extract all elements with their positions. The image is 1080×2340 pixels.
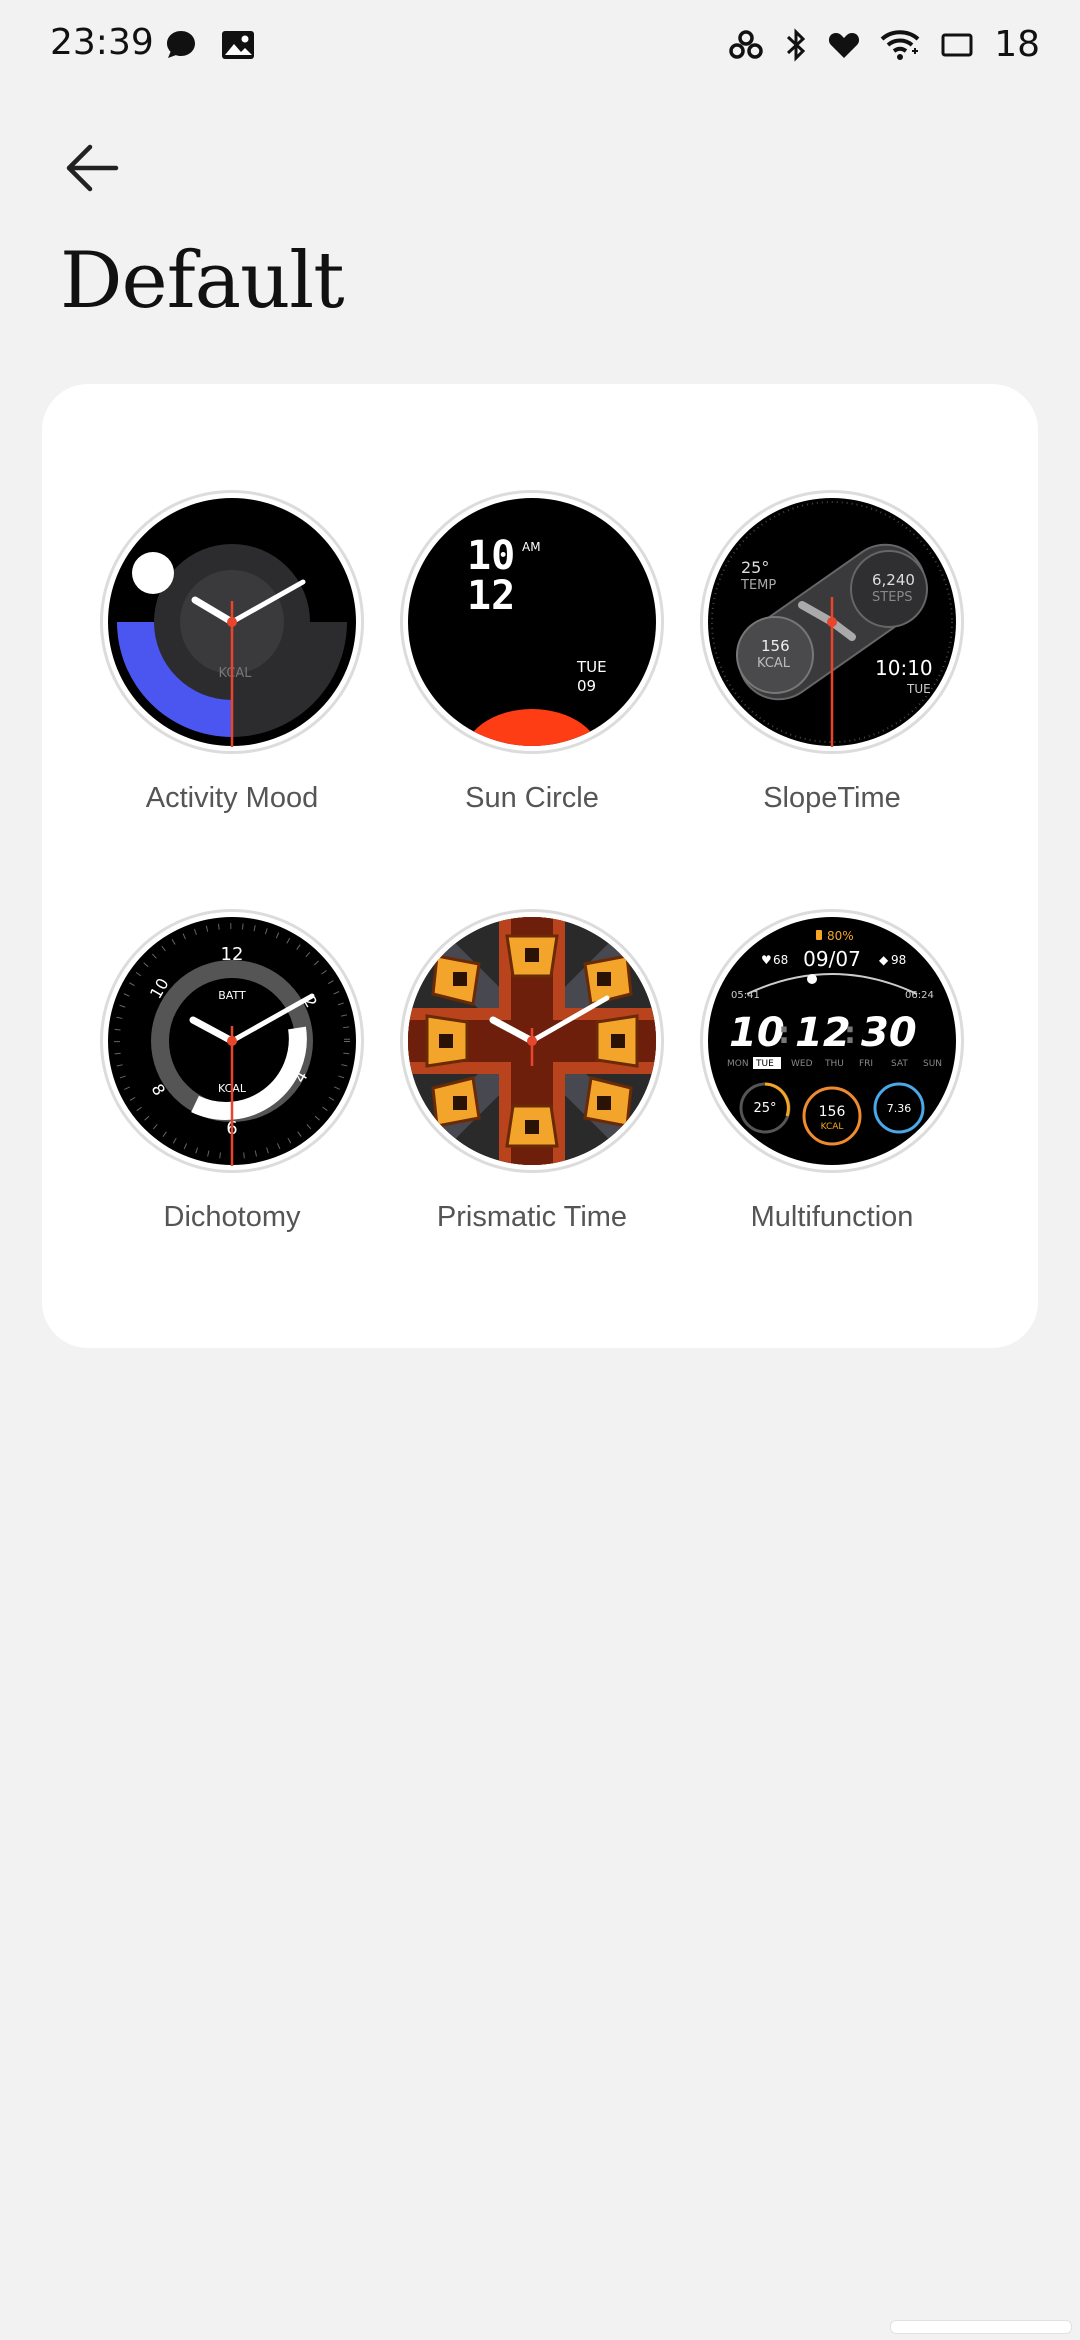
home-indicator <box>890 2320 1072 2334</box>
watch-face-label: Dichotomy <box>163 1201 301 1233</box>
watch-face-multifunction[interactable]: 80% ♥ 68 09/07 ◆ 98 05:41 06:24 10 : 12 … <box>682 909 982 1234</box>
slopetime-face-icon: 25° TEMP 6,240 STEPS 156 KCAL 10:10 TUE <box>708 498 956 747</box>
svg-text:TEMP: TEMP <box>740 578 776 593</box>
page-title: Default <box>60 236 345 326</box>
prismatic-time-face-icon <box>408 917 656 1165</box>
svg-text:TUE: TUE <box>906 682 931 696</box>
svg-text:MON: MON <box>727 1059 749 1069</box>
svg-text:AM: AM <box>522 540 541 554</box>
watch-face-activity-mood[interactable]: KCAL Activity Mood <box>82 490 382 815</box>
svg-text:12: 12 <box>795 1010 851 1056</box>
svg-text:SUN: SUN <box>923 1059 942 1069</box>
svg-text:KCAL: KCAL <box>218 666 252 681</box>
svg-text:TUE: TUE <box>576 658 607 676</box>
dichotomy-face-icon: 12 10 8 6 4 2 BATT KCAL <box>108 917 356 1166</box>
back-button[interactable] <box>52 128 132 208</box>
svg-text:98: 98 <box>891 953 906 967</box>
svg-text:09/07: 09/07 <box>803 947 861 971</box>
watch-face-label: Sun Circle <box>465 782 599 814</box>
link-icon <box>729 29 763 59</box>
watch-face-slopetime[interactable]: 25° TEMP 6,240 STEPS 156 KCAL 10:10 TUE … <box>682 490 982 815</box>
svg-text:10:10: 10:10 <box>875 656 933 680</box>
svg-text:SAT: SAT <box>891 1059 908 1069</box>
activity-mood-face-icon: KCAL <box>108 498 356 747</box>
svg-text:BATT: BATT <box>218 989 246 1002</box>
svg-text::: : <box>844 1016 856 1051</box>
watch-face-label: Multifunction <box>750 1201 914 1233</box>
multifunction-face-icon: 80% ♥ 68 09/07 ◆ 98 05:41 06:24 10 : 12 … <box>708 917 956 1165</box>
svg-text:KCAL: KCAL <box>821 1122 844 1132</box>
svg-text:10: 10 <box>729 1010 785 1056</box>
svg-text:80%: 80% <box>827 929 854 943</box>
sun-circle-face-icon: 10 12 AM TUE 09 <box>408 498 656 746</box>
screen-icon <box>941 33 973 56</box>
svg-text:TUE: TUE <box>755 1059 774 1069</box>
svg-text:12: 12 <box>467 573 515 619</box>
watch-face-sun-circle[interactable]: 10 12 AM TUE 09 Sun Circle <box>382 490 682 815</box>
back-arrow-icon <box>66 144 119 192</box>
svg-text:156: 156 <box>819 1104 846 1120</box>
watch-face-prismatic-time[interactable]: Prismatic Time <box>382 909 682 1234</box>
svg-text:KCAL: KCAL <box>757 656 791 671</box>
svg-text:156: 156 <box>761 637 790 655</box>
wifi-icon <box>880 29 920 60</box>
watch-face-label: SlopeTime <box>763 782 901 814</box>
svg-text:05:41: 05:41 <box>731 990 760 1001</box>
battery-level: 18 <box>994 24 1040 65</box>
svg-text:09: 09 <box>577 677 596 695</box>
watch-face-dichotomy[interactable]: 12 10 8 6 4 2 BATT KCAL Dichotomy <box>82 909 382 1234</box>
svg-text:25°: 25° <box>741 558 769 577</box>
svg-text:6,240: 6,240 <box>872 571 915 589</box>
svg-text:WED: WED <box>791 1059 813 1069</box>
svg-text:THU: THU <box>824 1059 844 1069</box>
svg-text:7.36: 7.36 <box>887 1102 912 1115</box>
svg-text:◆: ◆ <box>879 953 889 967</box>
svg-text::: : <box>778 1016 790 1051</box>
svg-text:12: 12 <box>221 944 244 965</box>
watch-face-label: Activity Mood <box>145 782 319 814</box>
svg-text:30: 30 <box>861 1010 917 1056</box>
svg-text:68: 68 <box>773 953 788 967</box>
svg-text:06:24: 06:24 <box>905 990 934 1001</box>
watch-face-label: Prismatic Time <box>436 1201 628 1233</box>
chat-bubble-icon <box>167 31 195 58</box>
svg-text:FRI: FRI <box>859 1059 873 1069</box>
image-icon <box>222 31 254 59</box>
svg-text:25°: 25° <box>753 1101 776 1116</box>
status-bar: 23:39 18 <box>0 0 1080 92</box>
svg-text:♥: ♥ <box>761 953 772 967</box>
watch-face-grid: KCAL Activity Mood 10 12 AM TUE 09 Sun C… <box>42 384 1038 1348</box>
status-time: 23:39 <box>50 22 154 63</box>
bluetooth-icon <box>787 27 806 62</box>
heart-icon <box>829 32 860 58</box>
svg-text:STEPS: STEPS <box>872 590 913 605</box>
